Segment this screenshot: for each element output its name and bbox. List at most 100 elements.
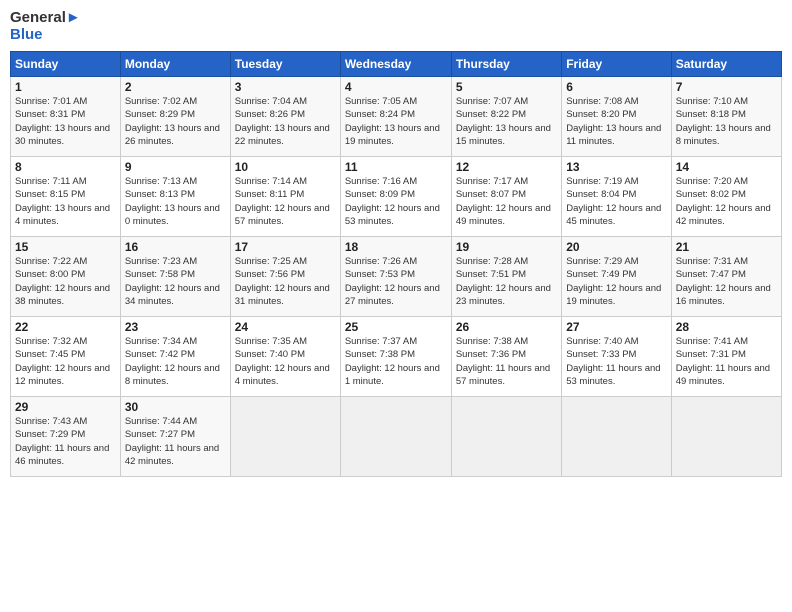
empty-cell bbox=[562, 397, 671, 477]
empty-cell bbox=[230, 397, 340, 477]
empty-cell bbox=[671, 397, 781, 477]
day-cell-12: 12Sunrise: 7:17 AMSunset: 8:07 PMDayligh… bbox=[451, 157, 561, 237]
day-number: 2 bbox=[125, 80, 226, 94]
day-cell-15: 15Sunrise: 7:22 AMSunset: 8:00 PMDayligh… bbox=[11, 237, 121, 317]
day-cell-24: 24Sunrise: 7:35 AMSunset: 7:40 PMDayligh… bbox=[230, 317, 340, 397]
calendar-week-5: 29Sunrise: 7:43 AMSunset: 7:29 PMDayligh… bbox=[11, 397, 782, 477]
day-cell-13: 13Sunrise: 7:19 AMSunset: 8:04 PMDayligh… bbox=[562, 157, 671, 237]
day-number: 23 bbox=[125, 320, 226, 334]
day-of-week-wednesday: Wednesday bbox=[340, 52, 451, 77]
day-cell-14: 14Sunrise: 7:20 AMSunset: 8:02 PMDayligh… bbox=[671, 157, 781, 237]
logo: General► Blue bbox=[10, 10, 81, 43]
logo-general: General► bbox=[10, 10, 81, 27]
day-info: Sunrise: 7:32 AMSunset: 7:45 PMDaylight:… bbox=[15, 335, 116, 388]
day-cell-9: 9Sunrise: 7:13 AMSunset: 8:13 PMDaylight… bbox=[120, 157, 230, 237]
day-number: 12 bbox=[456, 160, 557, 174]
day-info: Sunrise: 7:26 AMSunset: 7:53 PMDaylight:… bbox=[345, 255, 447, 308]
day-info: Sunrise: 7:14 AMSunset: 8:11 PMDaylight:… bbox=[235, 175, 336, 228]
day-cell-23: 23Sunrise: 7:34 AMSunset: 7:42 PMDayligh… bbox=[120, 317, 230, 397]
day-number: 14 bbox=[676, 160, 777, 174]
day-of-week-sunday: Sunday bbox=[11, 52, 121, 77]
day-info: Sunrise: 7:29 AMSunset: 7:49 PMDaylight:… bbox=[566, 255, 666, 308]
calendar-week-2: 8Sunrise: 7:11 AMSunset: 8:15 PMDaylight… bbox=[11, 157, 782, 237]
day-cell-11: 11Sunrise: 7:16 AMSunset: 8:09 PMDayligh… bbox=[340, 157, 451, 237]
day-number: 6 bbox=[566, 80, 666, 94]
logo-blue: Blue bbox=[10, 27, 81, 44]
day-number: 11 bbox=[345, 160, 447, 174]
day-number: 30 bbox=[125, 400, 226, 414]
day-number: 13 bbox=[566, 160, 666, 174]
day-number: 10 bbox=[235, 160, 336, 174]
day-number: 22 bbox=[15, 320, 116, 334]
day-info: Sunrise: 7:41 AMSunset: 7:31 PMDaylight:… bbox=[676, 335, 777, 388]
day-number: 28 bbox=[676, 320, 777, 334]
calendar-week-4: 22Sunrise: 7:32 AMSunset: 7:45 PMDayligh… bbox=[11, 317, 782, 397]
day-info: Sunrise: 7:43 AMSunset: 7:29 PMDaylight:… bbox=[15, 415, 116, 468]
day-number: 7 bbox=[676, 80, 777, 94]
day-info: Sunrise: 7:01 AMSunset: 8:31 PMDaylight:… bbox=[15, 95, 116, 148]
day-cell-22: 22Sunrise: 7:32 AMSunset: 7:45 PMDayligh… bbox=[11, 317, 121, 397]
day-info: Sunrise: 7:34 AMSunset: 7:42 PMDaylight:… bbox=[125, 335, 226, 388]
day-number: 8 bbox=[15, 160, 116, 174]
day-of-week-monday: Monday bbox=[120, 52, 230, 77]
day-number: 20 bbox=[566, 240, 666, 254]
day-info: Sunrise: 7:44 AMSunset: 7:27 PMDaylight:… bbox=[125, 415, 226, 468]
day-info: Sunrise: 7:38 AMSunset: 7:36 PMDaylight:… bbox=[456, 335, 557, 388]
empty-cell bbox=[340, 397, 451, 477]
day-cell-21: 21Sunrise: 7:31 AMSunset: 7:47 PMDayligh… bbox=[671, 237, 781, 317]
day-info: Sunrise: 7:22 AMSunset: 8:00 PMDaylight:… bbox=[15, 255, 116, 308]
day-cell-20: 20Sunrise: 7:29 AMSunset: 7:49 PMDayligh… bbox=[562, 237, 671, 317]
day-cell-16: 16Sunrise: 7:23 AMSunset: 7:58 PMDayligh… bbox=[120, 237, 230, 317]
day-number: 17 bbox=[235, 240, 336, 254]
day-number: 27 bbox=[566, 320, 666, 334]
day-cell-26: 26Sunrise: 7:38 AMSunset: 7:36 PMDayligh… bbox=[451, 317, 561, 397]
day-info: Sunrise: 7:19 AMSunset: 8:04 PMDaylight:… bbox=[566, 175, 666, 228]
day-cell-28: 28Sunrise: 7:41 AMSunset: 7:31 PMDayligh… bbox=[671, 317, 781, 397]
day-number: 16 bbox=[125, 240, 226, 254]
day-of-week-saturday: Saturday bbox=[671, 52, 781, 77]
day-info: Sunrise: 7:17 AMSunset: 8:07 PMDaylight:… bbox=[456, 175, 557, 228]
day-cell-1: 1Sunrise: 7:01 AMSunset: 8:31 PMDaylight… bbox=[11, 77, 121, 157]
day-cell-2: 2Sunrise: 7:02 AMSunset: 8:29 PMDaylight… bbox=[120, 77, 230, 157]
day-cell-5: 5Sunrise: 7:07 AMSunset: 8:22 PMDaylight… bbox=[451, 77, 561, 157]
day-info: Sunrise: 7:07 AMSunset: 8:22 PMDaylight:… bbox=[456, 95, 557, 148]
day-number: 18 bbox=[345, 240, 447, 254]
calendar-week-1: 1Sunrise: 7:01 AMSunset: 8:31 PMDaylight… bbox=[11, 77, 782, 157]
day-number: 29 bbox=[15, 400, 116, 414]
day-number: 21 bbox=[676, 240, 777, 254]
day-cell-3: 3Sunrise: 7:04 AMSunset: 8:26 PMDaylight… bbox=[230, 77, 340, 157]
day-number: 24 bbox=[235, 320, 336, 334]
day-info: Sunrise: 7:35 AMSunset: 7:40 PMDaylight:… bbox=[235, 335, 336, 388]
day-cell-18: 18Sunrise: 7:26 AMSunset: 7:53 PMDayligh… bbox=[340, 237, 451, 317]
day-cell-27: 27Sunrise: 7:40 AMSunset: 7:33 PMDayligh… bbox=[562, 317, 671, 397]
days-of-week-row: SundayMondayTuesdayWednesdayThursdayFrid… bbox=[11, 52, 782, 77]
empty-cell bbox=[451, 397, 561, 477]
day-number: 9 bbox=[125, 160, 226, 174]
day-info: Sunrise: 7:08 AMSunset: 8:20 PMDaylight:… bbox=[566, 95, 666, 148]
day-cell-8: 8Sunrise: 7:11 AMSunset: 8:15 PMDaylight… bbox=[11, 157, 121, 237]
day-info: Sunrise: 7:04 AMSunset: 8:26 PMDaylight:… bbox=[235, 95, 336, 148]
day-info: Sunrise: 7:16 AMSunset: 8:09 PMDaylight:… bbox=[345, 175, 447, 228]
day-cell-7: 7Sunrise: 7:10 AMSunset: 8:18 PMDaylight… bbox=[671, 77, 781, 157]
day-cell-19: 19Sunrise: 7:28 AMSunset: 7:51 PMDayligh… bbox=[451, 237, 561, 317]
day-info: Sunrise: 7:05 AMSunset: 8:24 PMDaylight:… bbox=[345, 95, 447, 148]
day-cell-30: 30Sunrise: 7:44 AMSunset: 7:27 PMDayligh… bbox=[120, 397, 230, 477]
day-info: Sunrise: 7:23 AMSunset: 7:58 PMDaylight:… bbox=[125, 255, 226, 308]
day-of-week-thursday: Thursday bbox=[451, 52, 561, 77]
calendar-week-3: 15Sunrise: 7:22 AMSunset: 8:00 PMDayligh… bbox=[11, 237, 782, 317]
day-info: Sunrise: 7:11 AMSunset: 8:15 PMDaylight:… bbox=[15, 175, 116, 228]
day-cell-4: 4Sunrise: 7:05 AMSunset: 8:24 PMDaylight… bbox=[340, 77, 451, 157]
day-info: Sunrise: 7:13 AMSunset: 8:13 PMDaylight:… bbox=[125, 175, 226, 228]
day-of-week-friday: Friday bbox=[562, 52, 671, 77]
day-info: Sunrise: 7:40 AMSunset: 7:33 PMDaylight:… bbox=[566, 335, 666, 388]
day-info: Sunrise: 7:20 AMSunset: 8:02 PMDaylight:… bbox=[676, 175, 777, 228]
day-info: Sunrise: 7:37 AMSunset: 7:38 PMDaylight:… bbox=[345, 335, 447, 388]
day-cell-25: 25Sunrise: 7:37 AMSunset: 7:38 PMDayligh… bbox=[340, 317, 451, 397]
day-cell-10: 10Sunrise: 7:14 AMSunset: 8:11 PMDayligh… bbox=[230, 157, 340, 237]
day-info: Sunrise: 7:25 AMSunset: 7:56 PMDaylight:… bbox=[235, 255, 336, 308]
day-cell-17: 17Sunrise: 7:25 AMSunset: 7:56 PMDayligh… bbox=[230, 237, 340, 317]
calendar-table: SundayMondayTuesdayWednesdayThursdayFrid… bbox=[10, 51, 782, 477]
day-of-week-tuesday: Tuesday bbox=[230, 52, 340, 77]
day-info: Sunrise: 7:28 AMSunset: 7:51 PMDaylight:… bbox=[456, 255, 557, 308]
day-info: Sunrise: 7:31 AMSunset: 7:47 PMDaylight:… bbox=[676, 255, 777, 308]
